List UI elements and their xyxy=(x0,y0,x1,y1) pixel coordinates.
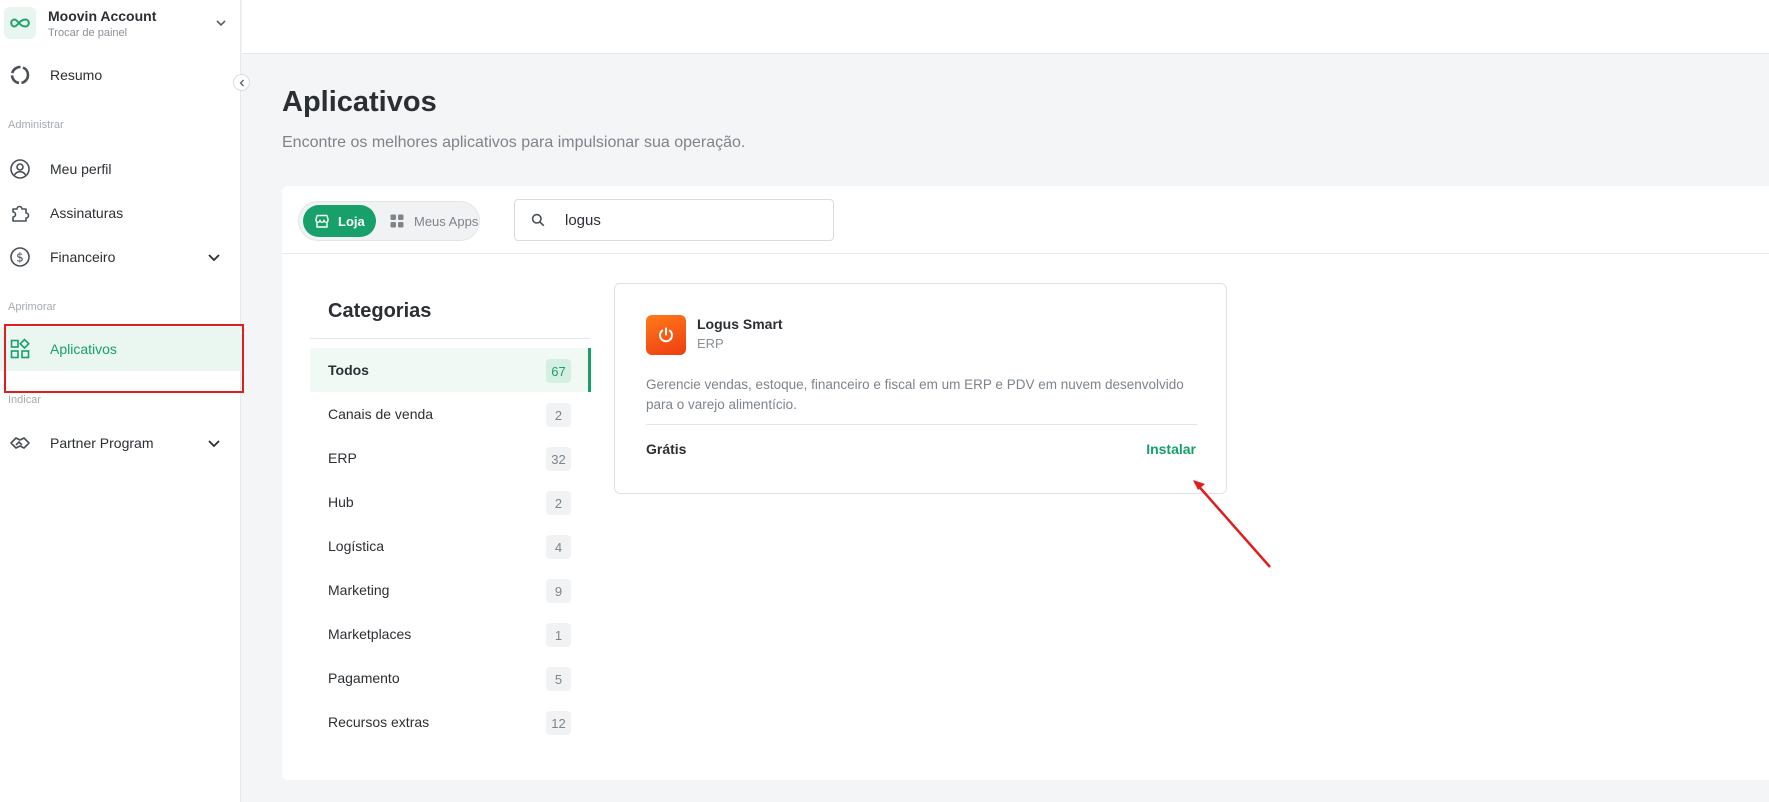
category-count-badge: 5 xyxy=(546,667,571,691)
sidebar: Moovin Account Trocar de painel Resumo A… xyxy=(0,0,244,802)
category-label: Recursos extras xyxy=(328,714,430,730)
infinity-icon xyxy=(4,7,36,39)
search-box xyxy=(514,199,834,241)
category-item-recursos-extras[interactable]: Recursos extras 12 xyxy=(310,700,591,744)
apps-grid-icon xyxy=(9,338,31,360)
category-count-badge: 9 xyxy=(546,579,571,603)
tab-loja[interactable]: Loja xyxy=(303,205,376,237)
sidebar-item-partner-program[interactable]: Partner Program xyxy=(0,421,241,465)
category-count-badge: 4 xyxy=(546,535,571,559)
category-item-marketplaces[interactable]: Marketplaces 1 xyxy=(310,612,591,656)
categories-list: Todos 67 Canais de venda 2 ERP 32 Hub 2 … xyxy=(310,348,591,744)
donut-icon xyxy=(9,64,31,86)
puzzle-icon xyxy=(9,202,31,224)
chevron-left-icon xyxy=(239,79,244,86)
sidebar-item-label: Meu perfil xyxy=(50,161,112,177)
category-item-marketing[interactable]: Marketing 9 xyxy=(310,568,591,612)
app-card-logus-smart[interactable]: Logus Smart ERP Gerencie vendas, estoque… xyxy=(614,283,1227,494)
category-label: Marketplaces xyxy=(328,626,412,642)
tab-meus-apps[interactable]: Meus Apps xyxy=(387,205,479,237)
sidebar-item-label: Assinaturas xyxy=(50,205,124,221)
svg-text:$: $ xyxy=(16,251,24,265)
apps-panel: Loja Meus Apps Categorias Todos 67 Canai… xyxy=(282,186,1769,780)
category-label: Pagamento xyxy=(328,670,400,686)
app-description: Gerencie vendas, estoque, financeiro e f… xyxy=(646,377,1184,412)
category-item-hub[interactable]: Hub 2 xyxy=(310,480,591,524)
category-item-erp[interactable]: ERP 32 xyxy=(310,436,591,480)
top-bar xyxy=(242,0,1769,54)
app-price: Grátis xyxy=(646,441,687,457)
sidebar-item-label: Financeiro xyxy=(50,249,116,265)
tab-meus-apps-label: Meus Apps xyxy=(414,213,479,229)
sidebar-item-financeiro[interactable]: $ Financeiro xyxy=(0,235,241,279)
sidebar-item-meu-perfil[interactable]: Meu perfil xyxy=(0,147,241,191)
divider xyxy=(310,338,590,339)
category-label: Hub xyxy=(328,494,354,510)
sidebar-item-aplicativos[interactable]: Aplicativos xyxy=(0,327,241,371)
category-label: Todos xyxy=(328,362,369,378)
chevron-down-icon xyxy=(208,440,220,448)
app-category: ERP xyxy=(697,336,724,351)
tab-loja-label: Loja xyxy=(338,213,365,229)
chevron-down-icon xyxy=(208,254,220,262)
account-subtitle: Trocar de painel xyxy=(48,26,128,39)
categories-title: Categorias xyxy=(328,300,432,322)
category-count-badge: 67 xyxy=(546,359,571,383)
category-item-pagamento[interactable]: Pagamento 5 xyxy=(310,656,591,700)
store-view-toggle: Loja Meus Apps xyxy=(298,201,480,241)
category-count-badge: 2 xyxy=(546,491,571,515)
divider xyxy=(646,424,1197,425)
app-name: Logus Smart xyxy=(697,316,783,332)
sidebar-item-label: Partner Program xyxy=(50,435,154,451)
page-subtitle: Encontre os melhores aplicativos para im… xyxy=(282,134,746,151)
grid-icon xyxy=(390,214,404,228)
install-button[interactable]: Instalar xyxy=(1146,441,1196,457)
category-label: Logística xyxy=(328,538,385,554)
section-label-administrar: Administrar xyxy=(8,119,64,131)
sidebar-item-label: Resumo xyxy=(50,67,103,83)
sidebar-item-assinaturas[interactable]: Assinaturas xyxy=(0,191,241,235)
panel-toolbar: Loja Meus Apps xyxy=(282,186,1769,254)
category-count-badge: 32 xyxy=(546,447,571,471)
category-label: Marketing xyxy=(328,582,390,598)
account-name: Moovin Account xyxy=(48,7,157,24)
user-circle-icon xyxy=(9,158,31,180)
category-item-todos[interactable]: Todos 67 xyxy=(310,348,591,392)
sidebar-collapse-button[interactable] xyxy=(233,74,250,91)
category-item-canais-de-venda[interactable]: Canais de venda 2 xyxy=(310,392,591,436)
sidebar-item-resumo[interactable]: Resumo xyxy=(0,53,241,97)
search-icon xyxy=(531,213,545,227)
category-label: ERP xyxy=(328,450,357,466)
section-label-indicar: Indicar xyxy=(8,394,42,406)
page-title: Aplicativos xyxy=(282,86,437,118)
category-count-badge: 1 xyxy=(546,623,571,647)
power-icon xyxy=(646,315,686,355)
sidebar-item-label: Aplicativos xyxy=(50,341,117,357)
search-input[interactable] xyxy=(565,211,815,229)
section-label-aprimorar: Aprimorar xyxy=(8,301,57,313)
handshake-icon xyxy=(9,432,31,454)
category-item-logistica[interactable]: Logística 4 xyxy=(310,524,591,568)
account-switcher[interactable]: Moovin Account Trocar de painel xyxy=(4,4,236,42)
category-count-badge: 2 xyxy=(546,403,571,427)
category-label: Canais de venda xyxy=(328,406,434,422)
store-icon xyxy=(315,214,329,228)
category-count-badge: 12 xyxy=(546,711,571,735)
chevron-down-icon xyxy=(216,20,226,27)
dollar-circle-icon: $ xyxy=(9,246,31,268)
